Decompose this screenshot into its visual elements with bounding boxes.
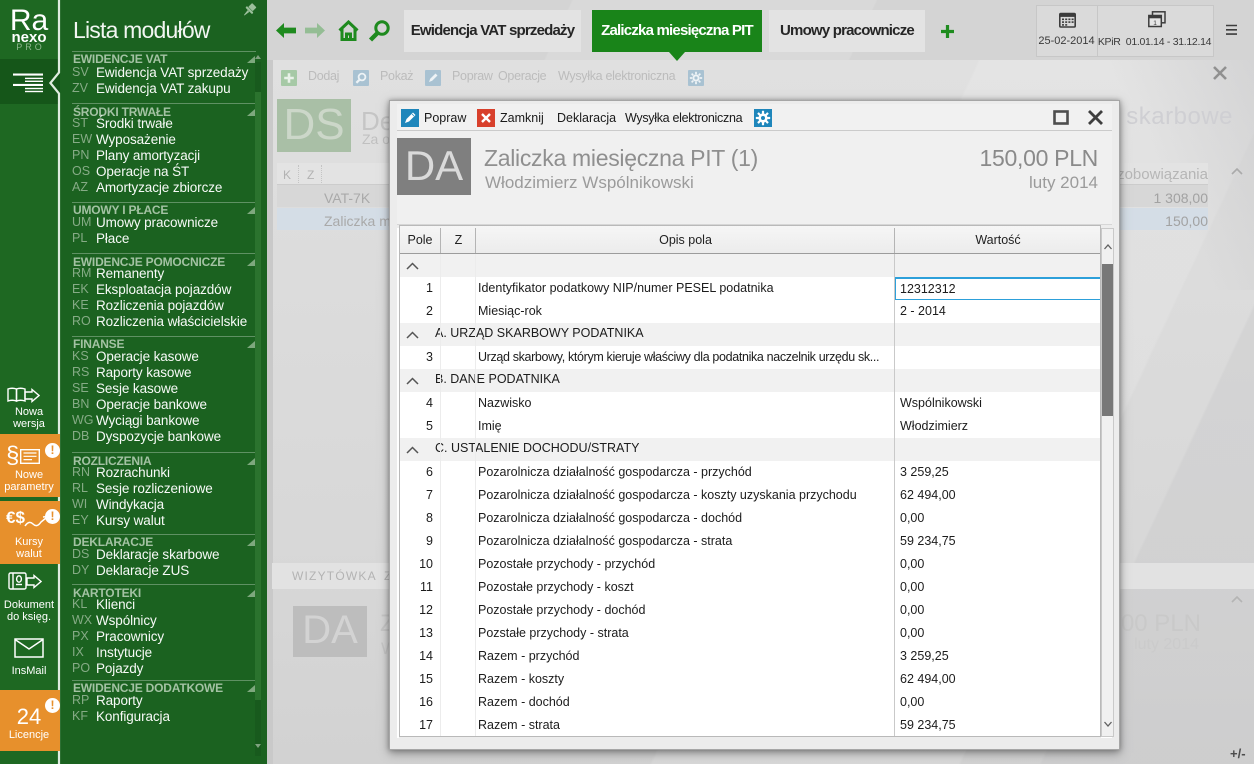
svg-text:1: 1 xyxy=(1153,20,1157,27)
